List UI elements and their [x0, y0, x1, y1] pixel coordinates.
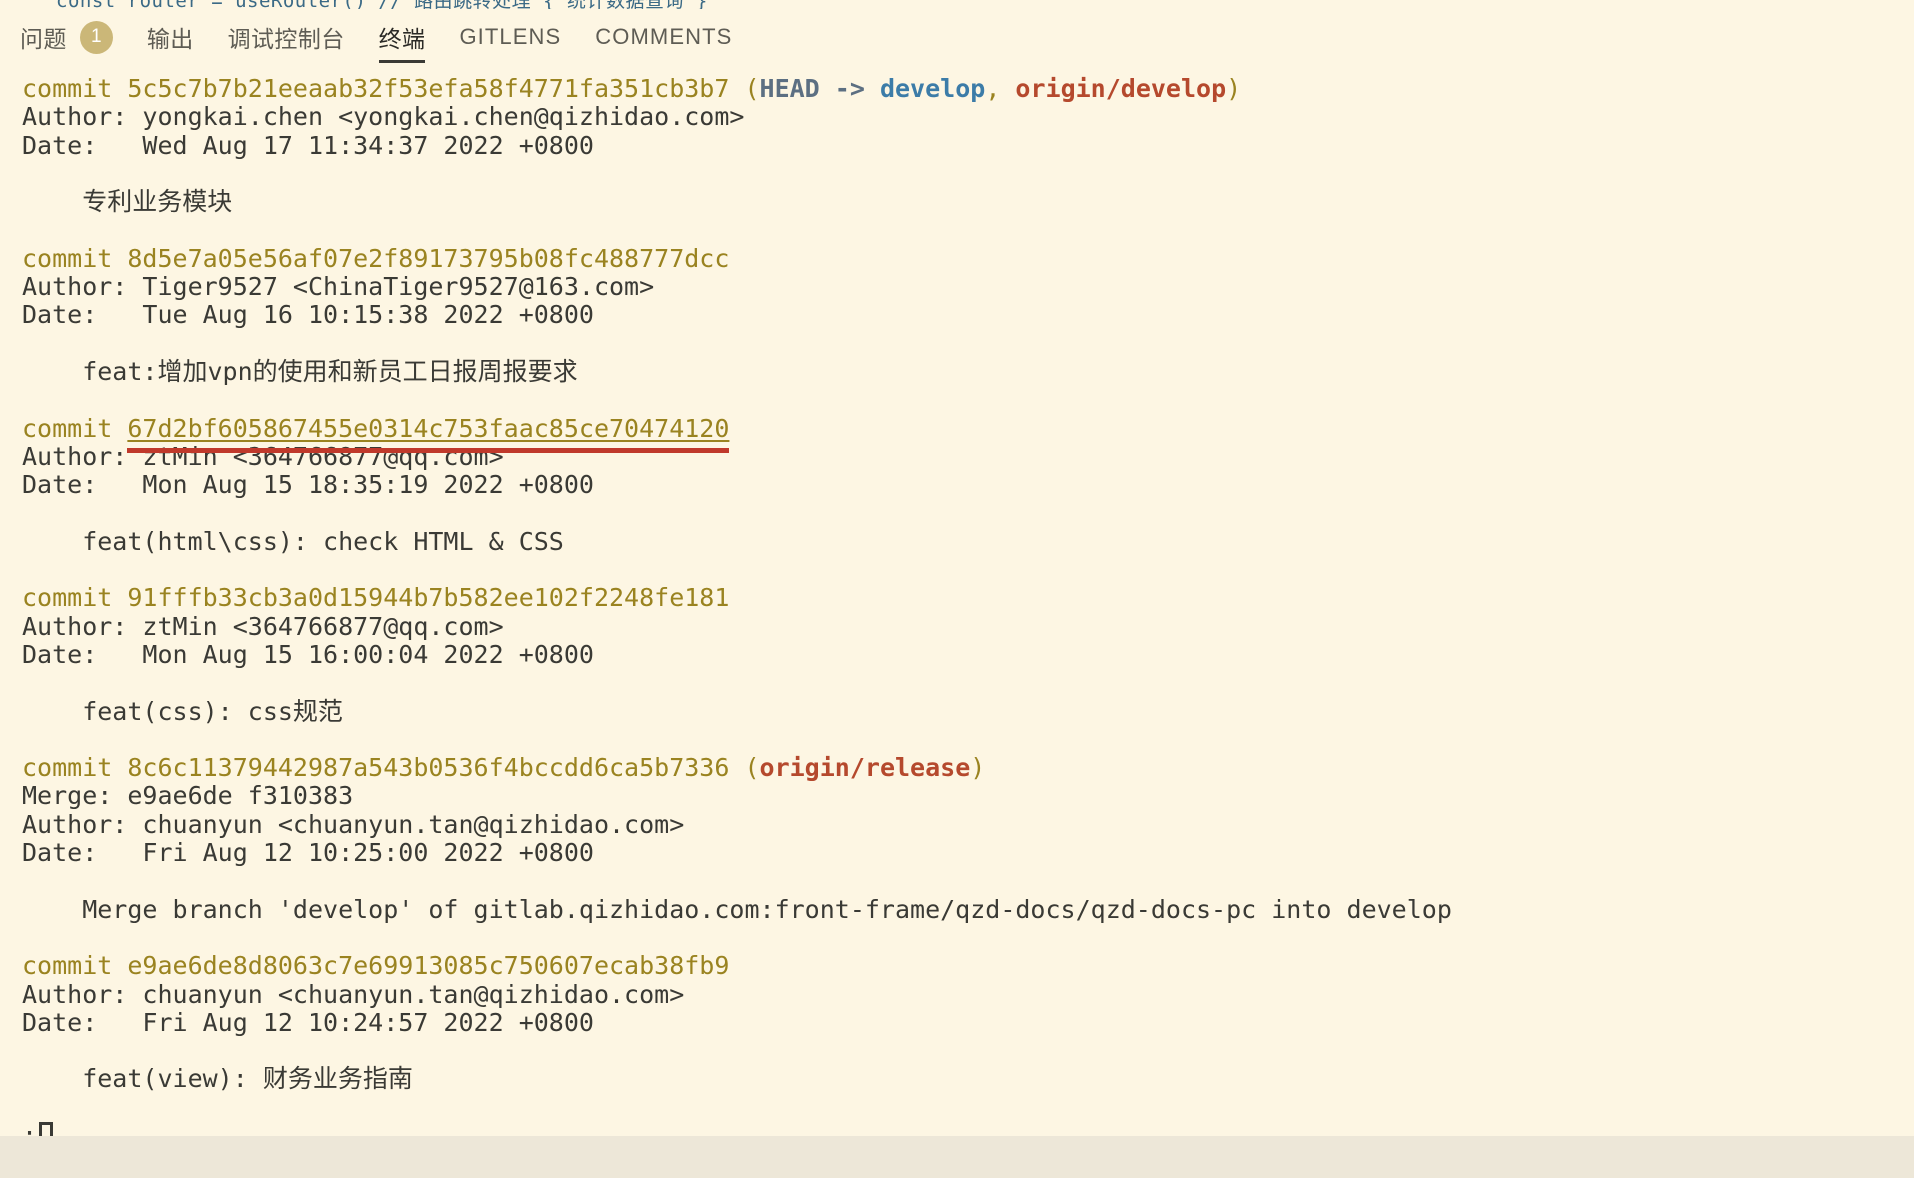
panel-tab-0[interactable]: 问题 1 [20, 9, 113, 65]
terminal-output[interactable]: commit 5c5c7b7b21eeaab32f53efa58f4771fa3… [0, 65, 1914, 1136]
date-line: Date: Mon Aug 15 16:00:04 2022 +0800 [22, 639, 594, 669]
commit-line: commit 8c6c11379442987a543b0536f4bccdd6c… [22, 753, 1914, 783]
remote-branch-ref: origin/release [759, 753, 971, 783]
commit-sha: 8d5e7a05e56af07e2f89173795b08fc488777dcc [127, 243, 730, 273]
commit-line: commit 8d5e7a05e56af07e2f89173795b08fc48… [22, 243, 1914, 273]
panel-tab-label: COMMENTS [595, 24, 733, 49]
commit-message-line: feat:增加vpn的使用和新员工日报周报要求 [22, 356, 578, 386]
merge-line: Merge: e9ae6de f310383 [22, 781, 354, 811]
commit-sha: 8c6c11379442987a543b0536f4bccdd6ca5b7336 [127, 753, 730, 783]
refs-open-paren: ( [729, 74, 760, 103]
date-line: Date: Fri Aug 12 10:24:57 2022 +0800 [22, 1007, 594, 1037]
commit-sha: e9ae6de8d8063c7e69913085c750607ecab38fb9 [127, 951, 730, 981]
pager-prompt[interactable]: : [22, 1120, 1914, 1136]
panel-tab-label: 问题 [20, 26, 67, 52]
date-line: Date: Wed Aug 17 11:34:37 2022 +0800 [22, 130, 594, 160]
commit-message-line: Merge branch 'develop' of gitlab.qizhida… [22, 894, 1452, 924]
commit-line: commit 67d2bf605867455e0314c753faac85ce7… [22, 413, 1914, 443]
commit-sha: 5c5c7b7b21eeaab32f53efa58f4771fa351cb3b7 [127, 74, 730, 103]
author-line: Author: yongkai.chen <yongkai.chen@qizhi… [22, 102, 745, 132]
refs-close-paren: ) [970, 753, 986, 783]
panel-tab-4[interactable]: GITLENS [459, 9, 561, 65]
commit-keyword: commit [22, 413, 128, 443]
refs-separator: , [985, 74, 1016, 103]
panel-tab-1[interactable]: 输出 [147, 9, 194, 65]
commit-message-line: feat(view): 财务业务指南 [22, 1064, 413, 1094]
panel-tab-label: 终端 [378, 26, 426, 52]
panel-tab-label: 输出 [146, 26, 194, 52]
commit-keyword: commit [22, 243, 128, 273]
author-line: Author: chuanyun <chuanyun.tan@qizhidao.… [22, 809, 685, 839]
panel-tab-2[interactable]: 调试控制台 [228, 9, 345, 65]
commit-line: commit 91fffb33cb3a0d15944b7b582ee102f22… [22, 584, 1914, 612]
author-line: Author: chuanyun <chuanyun.tan@qizhidao.… [22, 979, 685, 1009]
commit-keyword: commit [22, 74, 128, 103]
status-bar [0, 1136, 1914, 1178]
commit-message-line: feat(html\css): check HTML & CSS [22, 526, 564, 556]
head-ref: HEAD -> [759, 74, 880, 103]
panel-tab-bar: 问题 1 输出 调试控制台 终端 GITLENS COMMENTS [0, 9, 1914, 65]
author-line: Author: ztMin <364766877@qq.com> [22, 611, 504, 641]
panel-tab-label: 调试控制台 [227, 26, 345, 52]
commit-message-line: feat(css): css规范 [22, 696, 343, 726]
commit-sha: 91fffb33cb3a0d15944b7b582ee102f2248fe181 [127, 583, 730, 613]
commit-keyword: commit [22, 753, 128, 783]
commit-line: commit e9ae6de8d8063c7e69913085c750607ec… [22, 952, 1914, 980]
commit-keyword: commit [22, 951, 128, 981]
date-line: Date: Tue Aug 16 10:15:38 2022 +0800 [22, 300, 594, 330]
commit-line: commit 5c5c7b7b21eeaab32f53efa58f4771fa3… [22, 74, 1914, 103]
commit-keyword: commit [22, 583, 128, 613]
panel-tab-3[interactable]: 终端 [378, 9, 426, 65]
commit-message-line: 专利业务模块 [22, 187, 233, 217]
pager-prompt-colon: : [22, 1120, 38, 1136]
remote-branch-ref: origin/develop [1015, 74, 1227, 103]
text-cursor [39, 1122, 54, 1136]
refs-close-paren: ) [1226, 74, 1242, 103]
problems-count-badge: 1 [79, 20, 113, 54]
local-branch-ref: develop [879, 74, 986, 103]
date-line: Date: Mon Aug 15 18:35:19 2022 +0800 [22, 470, 594, 500]
panel-tab-5[interactable]: COMMENTS [595, 9, 732, 65]
commit-sha[interactable]: 67d2bf605867455e0314c753faac85ce70474120 [127, 414, 729, 443]
author-line: Author: Tiger9527 <ChinaTiger9527@163.co… [22, 272, 655, 302]
panel-tab-label: GITLENS [459, 24, 562, 49]
refs-open-paren: ( [729, 753, 760, 783]
date-line: Date: Fri Aug 12 10:25:00 2022 +0800 [22, 838, 594, 868]
